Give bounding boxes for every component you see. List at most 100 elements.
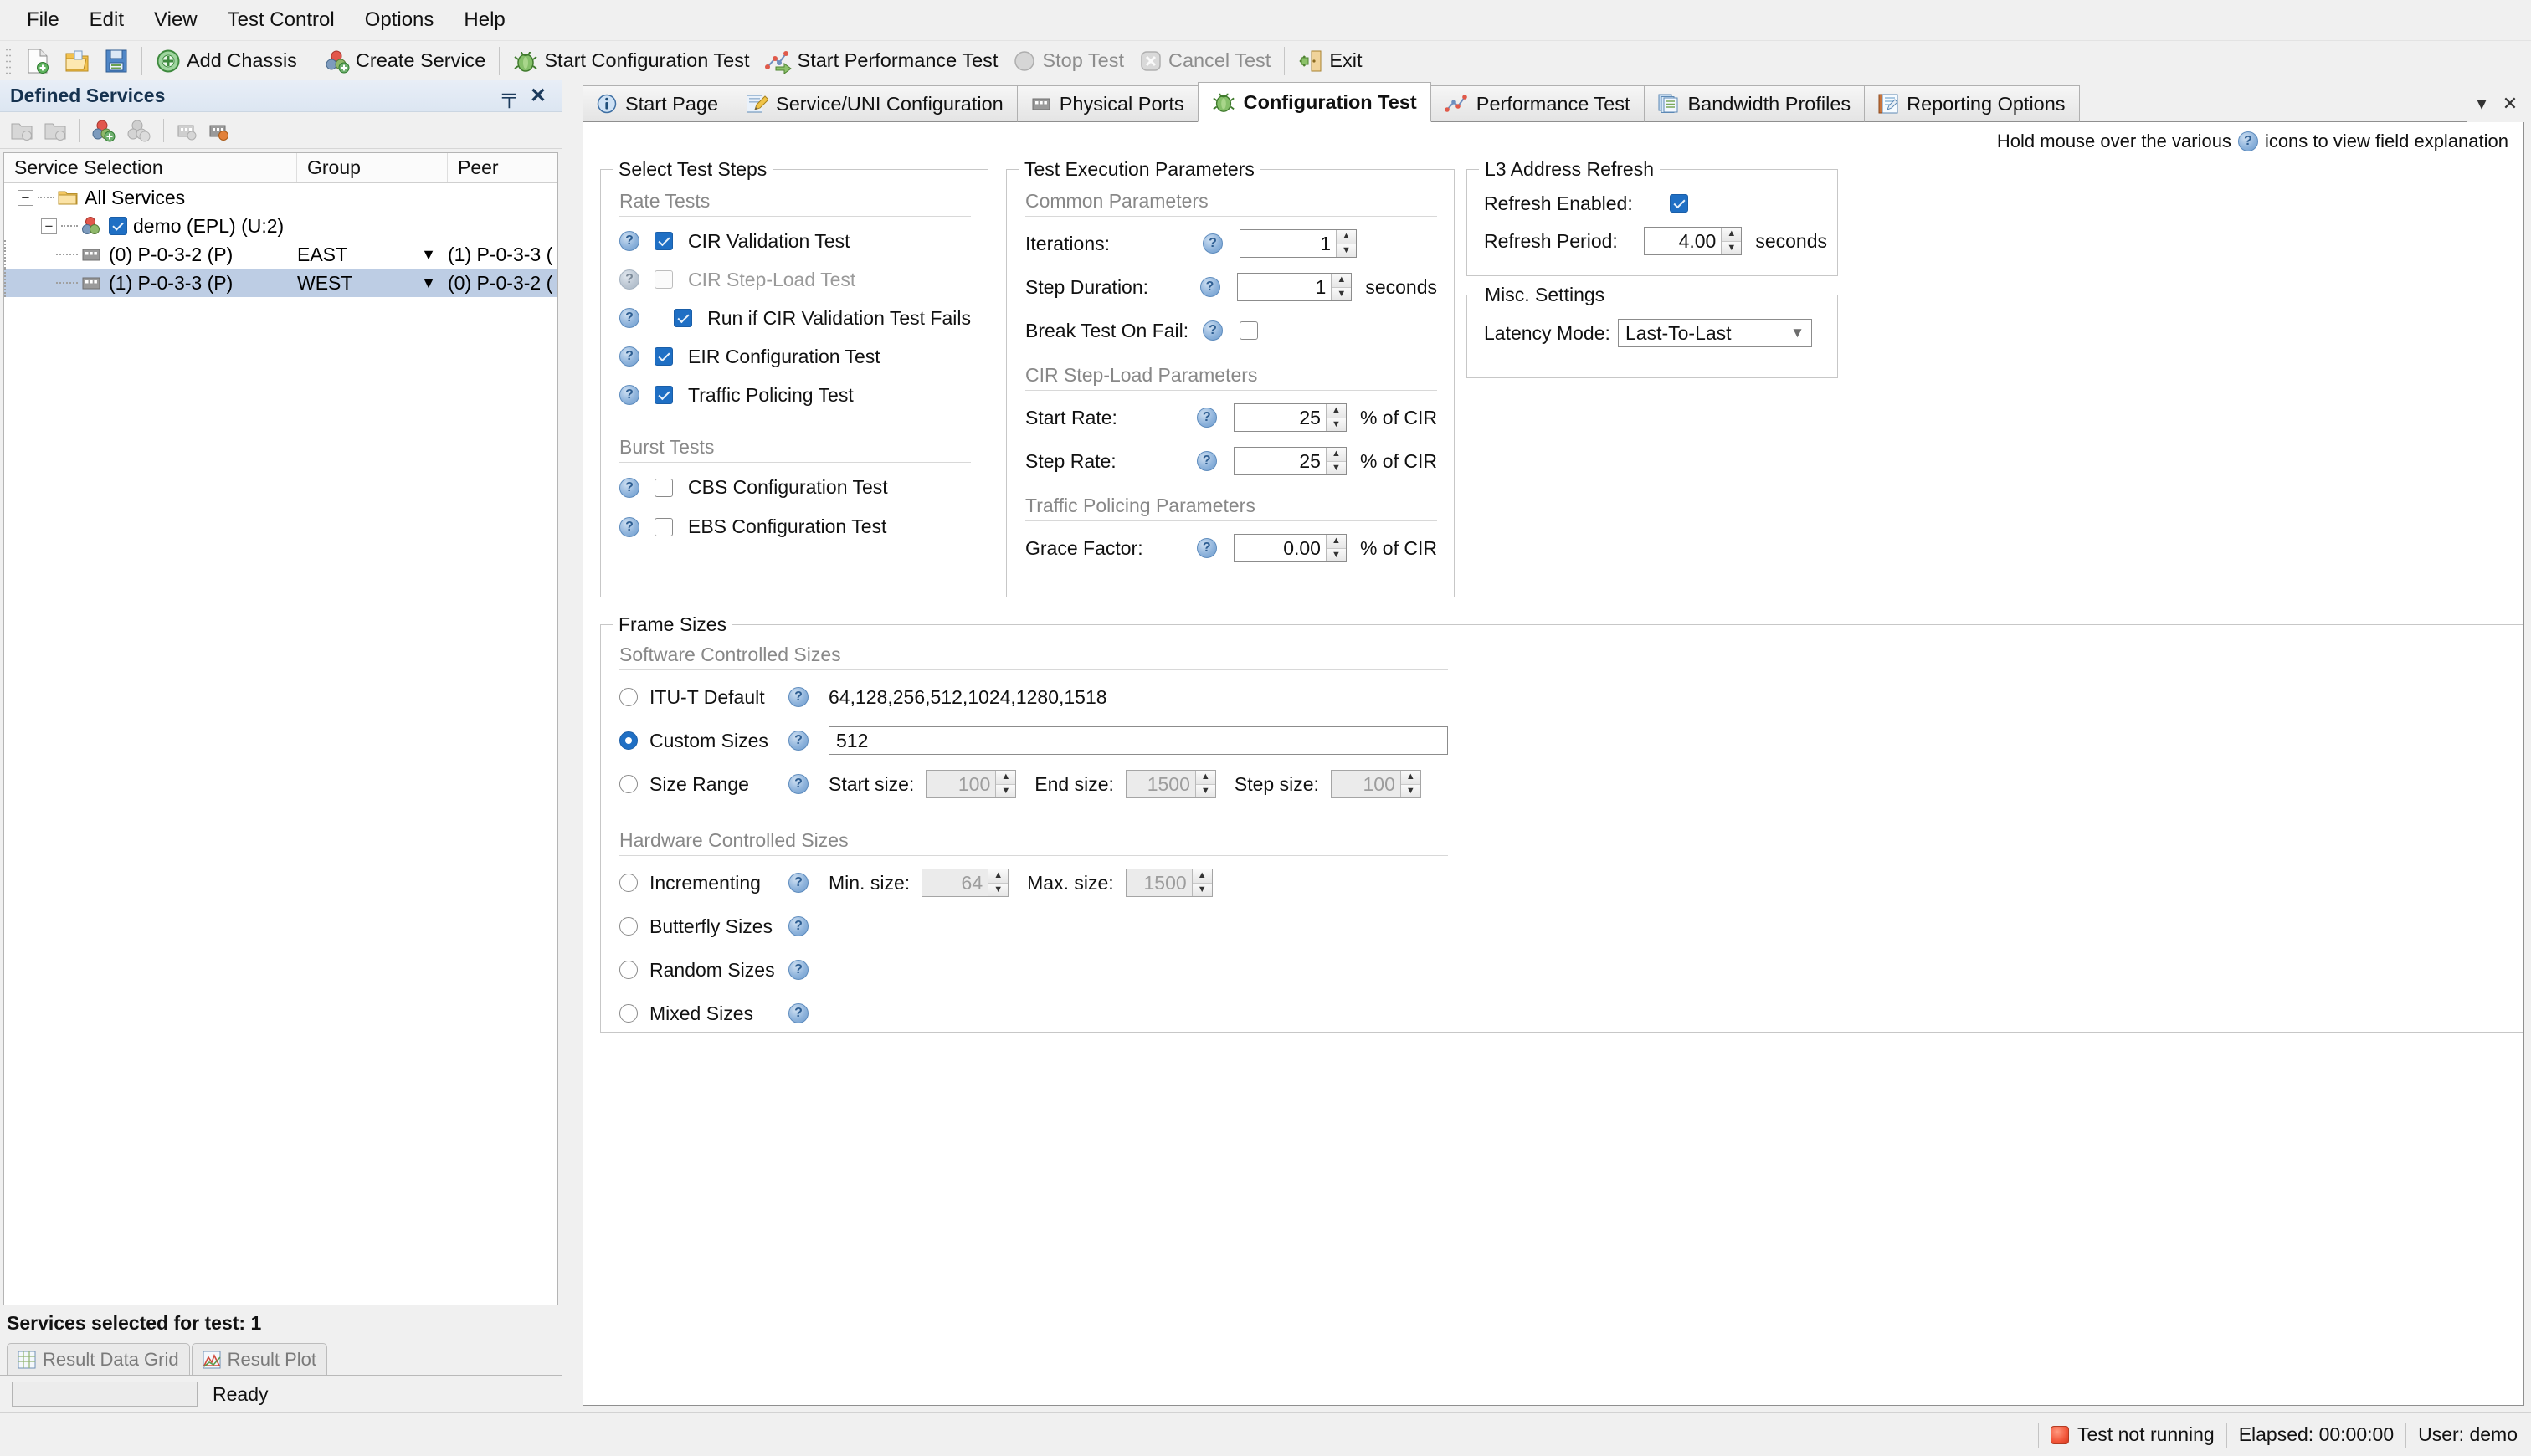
- tree-row-all-services[interactable]: − All Services: [4, 183, 557, 212]
- help-icon[interactable]: ?: [788, 774, 809, 794]
- tree-group-east[interactable]: EAST ▼: [297, 244, 448, 266]
- checkbox-row-ebs-configuration-test[interactable]: ? EBS Configuration Test: [619, 507, 971, 546]
- help-icon[interactable]: ?: [619, 308, 639, 328]
- traffic-policing-test-checkbox[interactable]: [655, 386, 673, 404]
- tab-result-plot[interactable]: Result Plot: [191, 1343, 328, 1375]
- step-duration-spinner[interactable]: 1 ▲ ▼: [1236, 273, 1353, 301]
- spinner-down-icon[interactable]: ▼: [1326, 548, 1346, 561]
- checkbox-row-cir-step-load-test[interactable]: ? CIR Step-Load Test: [619, 260, 971, 299]
- menu-item-help[interactable]: Help: [449, 3, 520, 37]
- cir-validation-test-checkbox[interactable]: [655, 232, 673, 250]
- tab-reporting-options[interactable]: Reporting Options: [1864, 85, 2080, 122]
- tab-close-icon[interactable]: ✕: [2496, 85, 2524, 122]
- tree-row-port-east[interactable]: (0) P-0-3-2 (P) EAST ▼ (1) P-0-3-3 (: [4, 240, 557, 269]
- new-file-button[interactable]: [18, 44, 57, 78]
- run-if-cir-validation-fails-checkbox[interactable]: [674, 309, 693, 327]
- size-range-row[interactable]: Size Range ? Start size: 100 ▲ ▼ End size…: [619, 762, 1448, 806]
- grace-factor-spinner[interactable]: 0.00 ▲ ▼: [1233, 534, 1347, 562]
- step-size-spinner[interactable]: 100 ▲ ▼: [1330, 770, 1421, 798]
- spinner-down-icon[interactable]: ▼: [1326, 461, 1346, 474]
- refresh-period-spinner[interactable]: 4.00 ▲ ▼: [1644, 227, 1743, 255]
- menu-item-options[interactable]: Options: [350, 3, 449, 37]
- expander-icon[interactable]: −: [41, 218, 57, 234]
- help-icon[interactable]: ?: [788, 960, 809, 980]
- checkbox-row-run-if-cir-validation-fails[interactable]: ? Run if CIR Validation Test Fails: [619, 299, 971, 337]
- column-header-group[interactable]: Group: [297, 153, 448, 182]
- iterations-spinner[interactable]: 1 ▲ ▼: [1240, 229, 1357, 258]
- tab-performance-test[interactable]: Performance Test: [1430, 85, 1645, 122]
- remove-port-button[interactable]: [203, 117, 234, 144]
- start-configuration-test-button[interactable]: Start Configuration Test: [506, 44, 757, 78]
- itu-t-default-radio[interactable]: [619, 688, 638, 706]
- help-icon[interactable]: ?: [619, 385, 639, 405]
- spinner-down-icon[interactable]: ▼: [1192, 883, 1212, 896]
- menu-item-file[interactable]: File: [12, 3, 74, 37]
- help-icon[interactable]: ?: [788, 916, 809, 936]
- cir-step-load-test-checkbox[interactable]: [655, 270, 673, 289]
- tab-bandwidth-profiles[interactable]: Bandwidth Profiles: [1643, 85, 1866, 122]
- remove-service-button[interactable]: [121, 116, 157, 145]
- chevron-down-icon[interactable]: ▼: [421, 246, 436, 264]
- spinner-up-icon[interactable]: ▲: [1326, 448, 1346, 462]
- help-icon[interactable]: ?: [619, 346, 639, 367]
- tab-configuration-test[interactable]: Configuration Test: [1197, 82, 1431, 122]
- column-header-service-selection[interactable]: Service Selection: [4, 153, 297, 182]
- create-service-button[interactable]: Create Service: [317, 44, 493, 78]
- spinner-up-icon[interactable]: ▲: [1195, 771, 1215, 785]
- random-sizes-row[interactable]: Random Sizes ?: [619, 948, 1448, 992]
- eir-configuration-test-checkbox[interactable]: [655, 347, 673, 366]
- service-tree[interactable]: Service Selection Group Peer − All Servi…: [3, 152, 558, 1305]
- spinner-up-icon[interactable]: ▲: [1400, 771, 1420, 785]
- spinner-up-icon[interactable]: ▲: [1192, 869, 1212, 884]
- spinner-down-icon[interactable]: ▼: [1722, 241, 1742, 254]
- incrementing-row[interactable]: Incrementing ? Min. size: 64 ▲ ▼ Max. siz…: [619, 861, 1448, 905]
- chevron-down-icon[interactable]: ▼: [1790, 325, 1805, 341]
- tab-physical-ports[interactable]: Physical Ports: [1016, 85, 1199, 122]
- butterfly-sizes-radio[interactable]: [619, 917, 638, 936]
- chevron-down-icon[interactable]: ▼: [421, 274, 436, 292]
- menu-item-view[interactable]: View: [139, 3, 213, 37]
- cbs-configuration-test-checkbox[interactable]: [655, 478, 673, 497]
- random-sizes-radio[interactable]: [619, 961, 638, 979]
- butterfly-sizes-row[interactable]: Butterfly Sizes ?: [619, 905, 1448, 948]
- help-icon[interactable]: ?: [619, 477, 639, 498]
- tab-service-uni-configuration[interactable]: Service/UNI Configuration: [732, 85, 1018, 122]
- break-test-on-fail-checkbox[interactable]: [1240, 321, 1258, 340]
- tab-list-dropdown-icon[interactable]: ▾: [2467, 85, 2496, 122]
- min-size-spinner[interactable]: 64 ▲ ▼: [922, 869, 1009, 897]
- spinner-up-icon[interactable]: ▲: [1326, 535, 1346, 549]
- spinner-up-icon[interactable]: ▲: [1332, 274, 1352, 288]
- spinner-down-icon[interactable]: ▼: [1195, 784, 1215, 797]
- help-icon[interactable]: ?: [619, 231, 639, 251]
- latency-mode-select[interactable]: Last-To-Last ▼: [1618, 319, 1812, 347]
- tree-group-west[interactable]: WEST ▼: [297, 272, 448, 295]
- help-icon[interactable]: ?: [1196, 538, 1217, 558]
- spinner-down-icon[interactable]: ▼: [1400, 784, 1420, 797]
- custom-sizes-radio[interactable]: [619, 731, 638, 750]
- incrementing-radio[interactable]: [619, 874, 638, 892]
- tab-start-page[interactable]: Start Page: [583, 85, 733, 122]
- start-performance-test-button[interactable]: Start Performance Test: [757, 44, 1006, 78]
- help-icon[interactable]: ?: [619, 269, 639, 290]
- step-rate-spinner[interactable]: 25 ▲ ▼: [1233, 447, 1347, 475]
- close-icon[interactable]: ✕: [523, 84, 553, 108]
- custom-sizes-row[interactable]: Custom Sizes ? 512: [619, 719, 1448, 762]
- start-rate-spinner[interactable]: 25 ▲ ▼: [1233, 403, 1347, 432]
- toolbar-grip[interactable]: [5, 46, 13, 75]
- itu-t-default-row[interactable]: ITU-T Default ? 64,128,256,512,1024,1280…: [619, 675, 1448, 719]
- size-range-radio[interactable]: [619, 775, 638, 793]
- add-service-button[interactable]: [86, 116, 121, 145]
- checkbox-row-cir-validation-test[interactable]: ? CIR Validation Test: [619, 222, 971, 260]
- spinner-down-icon[interactable]: ▼: [996, 784, 1016, 797]
- help-icon[interactable]: ?: [788, 1003, 809, 1023]
- mixed-sizes-radio[interactable]: [619, 1004, 638, 1023]
- spinner-down-icon[interactable]: ▼: [988, 883, 1009, 896]
- help-icon[interactable]: ?: [1196, 451, 1217, 471]
- spinner-up-icon[interactable]: ▲: [1326, 404, 1346, 418]
- help-icon[interactable]: ?: [1203, 233, 1223, 254]
- spinner-up-icon[interactable]: ▲: [988, 869, 1009, 884]
- spinner-down-icon[interactable]: ▼: [1332, 287, 1352, 300]
- add-chassis-button[interactable]: Add Chassis: [148, 44, 305, 78]
- pin-icon[interactable]: ╤: [495, 85, 523, 108]
- start-size-spinner[interactable]: 100 ▲ ▼: [926, 770, 1017, 798]
